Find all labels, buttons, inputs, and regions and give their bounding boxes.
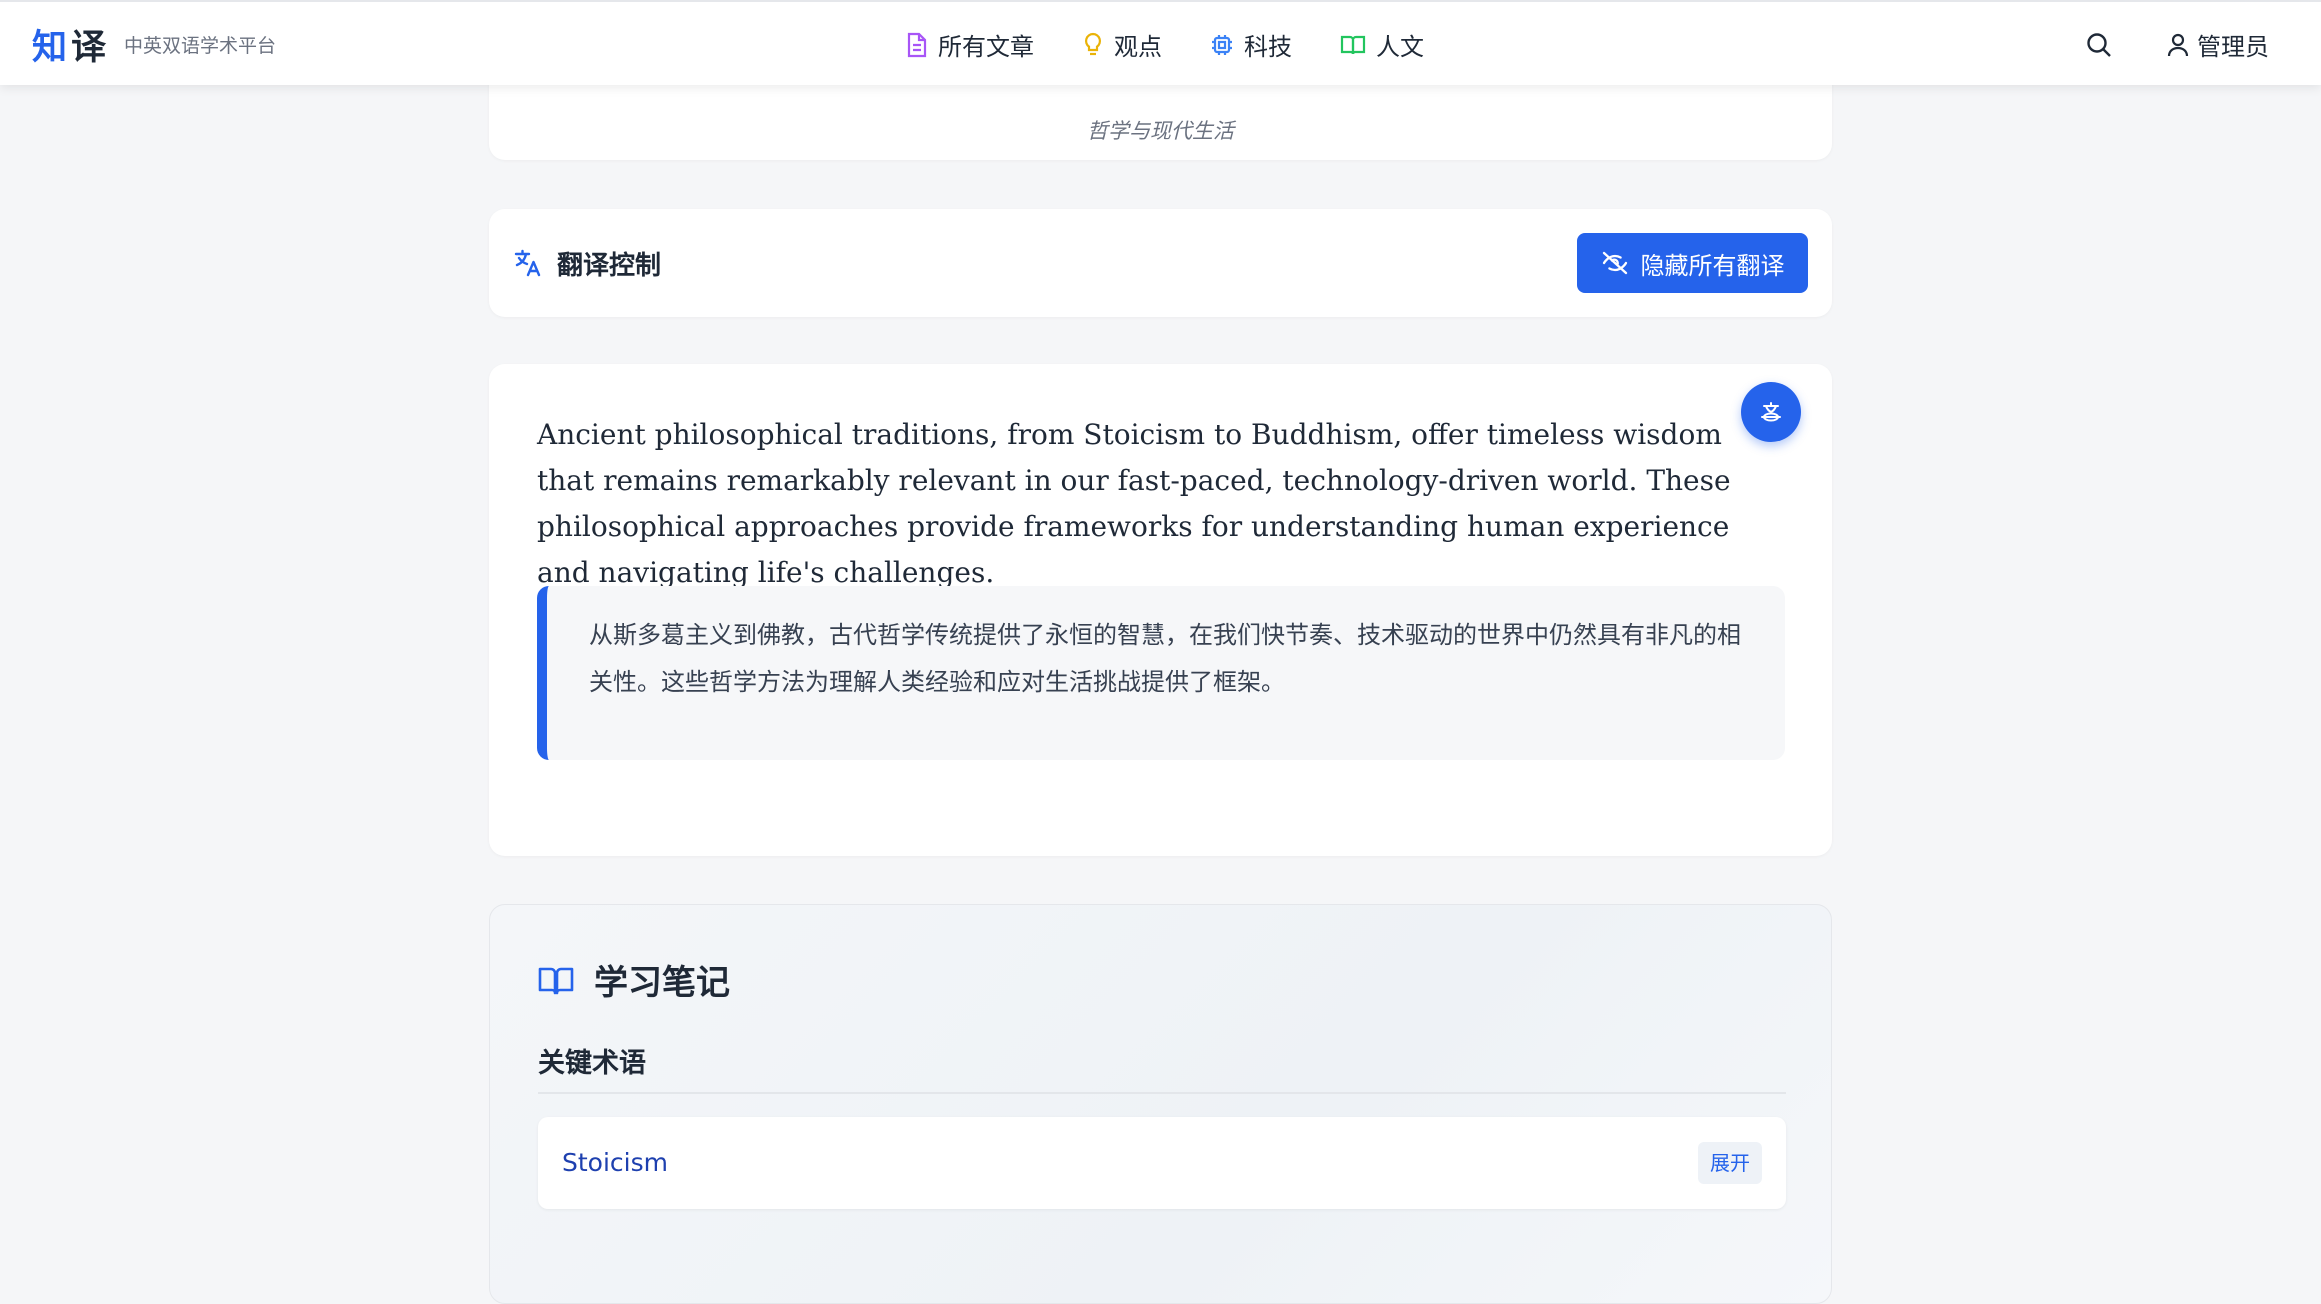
brand[interactable]: 知译 中英双语学术平台 xyxy=(32,2,276,87)
translation-control-header: 翻译控制 xyxy=(513,209,661,317)
nav-item-label: 人文 xyxy=(1376,33,1424,61)
key-terms-divider xyxy=(538,1092,1786,1094)
brand-logo-char-1: 知 xyxy=(32,28,72,68)
hide-all-translations-label: 隐藏所有翻译 xyxy=(1640,251,1785,280)
search-icon xyxy=(2087,32,2111,57)
nav-item-label: 科技 xyxy=(1244,33,1292,61)
main-nav: 所有文章 观点 科技 人文 xyxy=(906,2,1472,87)
chip-icon xyxy=(1212,34,1232,55)
document-icon xyxy=(907,32,927,57)
toggle-translation-button[interactable] xyxy=(1741,382,1801,442)
top-navbar: 知译 中英双语学术平台 所有文章 观点 科技 人文 管理员 xyxy=(0,0,2321,85)
brand-tagline: 中英双语学术平台 xyxy=(124,35,277,57)
nav-item-humanities[interactable]: 人文 xyxy=(1340,27,1424,62)
study-notes-header: 学习笔记 xyxy=(538,955,730,1004)
translation-control-title: 翻译控制 xyxy=(557,250,662,281)
search-button[interactable] xyxy=(2085,31,2113,59)
eye-off-icon xyxy=(1602,251,1627,275)
lightbulb-icon xyxy=(1084,32,1102,55)
nav-item-technology[interactable]: 科技 xyxy=(1210,27,1292,62)
nav-right: 管理员 xyxy=(2085,2,2269,87)
term-item[interactable]: Stoicism 展开 xyxy=(538,1117,1786,1209)
term-name: Stoicism xyxy=(562,1148,668,1177)
open-book-icon xyxy=(538,967,574,994)
study-notes-title: 学习笔记 xyxy=(594,963,730,1003)
bilingual-paragraph-card: Ancient philosophical traditions, from S… xyxy=(489,364,1832,856)
nav-item-opinions[interactable]: 观点 xyxy=(1082,27,1162,62)
expand-term-button[interactable]: 展开 xyxy=(1698,1142,1762,1184)
translation-control-card: 翻译控制 隐藏所有翻译 xyxy=(489,209,1832,317)
nav-item-label: 所有文章 xyxy=(938,33,1034,61)
key-terms-title: 关键术语 xyxy=(538,1048,646,1079)
translation-toggle-icon xyxy=(1761,402,1781,422)
paragraph-translation: 从斯多葛主义到佛教，古代哲学传统提供了永恒的智慧，在我们快节奏、技术驱动的世界中… xyxy=(537,586,1785,760)
brand-logo[interactable]: 知译 xyxy=(32,19,110,70)
hide-all-translations-button[interactable]: 隐藏所有翻译 xyxy=(1577,233,1808,293)
user-icon xyxy=(2167,33,2189,56)
user-label: 管理员 xyxy=(2197,33,2269,61)
paragraph-english: Ancient philosophical traditions, from S… xyxy=(537,418,1731,589)
brand-logo-char-2: 译 xyxy=(71,28,111,68)
study-notes-card: 学习笔记 关键术语 Stoicism 展开 xyxy=(489,904,1832,1304)
nav-item-all-articles[interactable]: 所有文章 xyxy=(906,27,1034,62)
article-subtitle: 哲学与现代生活 xyxy=(1087,119,1234,143)
translate-icon xyxy=(514,249,541,277)
user-menu-button[interactable]: 管理员 xyxy=(2167,27,2269,62)
nav-item-label: 观点 xyxy=(1114,33,1162,61)
open-book-icon xyxy=(1340,35,1366,54)
